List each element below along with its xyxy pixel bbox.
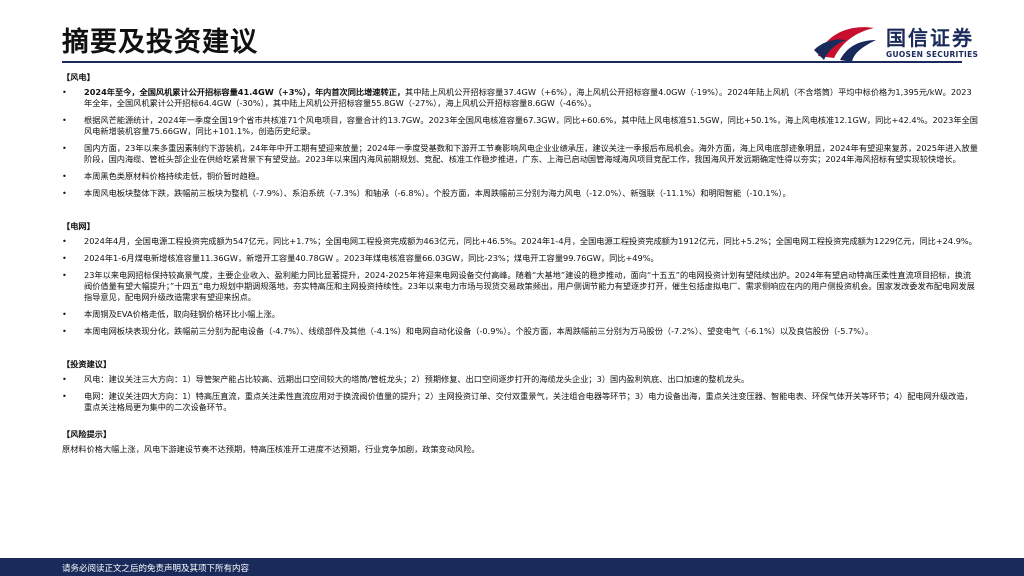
grid-bullet-1: 2024年4月，全国电源工程投资完成额为547亿元，同比+1.7%；全国电网工程… (62, 236, 978, 247)
logo-text-cn: 国信证券 (886, 26, 974, 50)
wind-bullet-3: 国内方面，23年以来多重因素制约下游装机，24年年中开工期有望迎来放量；2024… (62, 143, 978, 165)
wind-bullet-5: 本周风电板块整体下跌，跌幅前三板块为整机（-7.9%）、系泊系统（-7.3%）和… (62, 188, 978, 199)
wind-bullet-1-highlight: 2024年至今，全国风机累计公开招标容量41.4GW（+3%），年内首次同比增速… (84, 87, 406, 97)
grid-bullet-3: 23年以来电网招标保持较高景气度，主要企业收入、盈利能力同比显著提升，2024-… (62, 270, 978, 303)
grid-bullet-5: 本周电网板块表现分化，跌幅前三分别为配电设备（-4.7%）、线缆部件及其他（-4… (62, 326, 978, 337)
wind-bullet-2: 根据风芒能源统计，2024年一季度全国19个省市共核准71个风电项目，容量合计约… (62, 115, 978, 137)
wind-bullet-4: 本周黑色类原材料价格持续走低，铜价暂时趋稳。 (62, 171, 978, 182)
summary-content: 【风电】 2024年至今，全国风机累计公开招标容量41.4GW（+3%），年内首… (62, 72, 978, 459)
risk-heading: 【风险提示】 (62, 429, 112, 439)
logo-text-en: GUOSEN SECURITIES (886, 50, 979, 59)
footer-bar: 请务必阅读正文之后的免责声明及其项下所有内容 (0, 558, 1024, 576)
invest-bullet-2: 电网：建议关注四大方向：1）特高压直流，重点关注柔性直流应用对于换流阀价值量的提… (62, 391, 978, 413)
invest-heading: 【投资建议】 (62, 359, 112, 369)
risk-text: 原材料价格大幅上涨，风电下游建设节奏不达预期，特高压核准开工进度不达预期，行业竞… (62, 444, 480, 454)
grid-heading: 【电网】 (62, 221, 95, 231)
grid-bullet-2: 2024年1-6月煤电新增核准容量11.36GW，新增开工容量40.78GW 。… (62, 253, 978, 264)
wind-heading: 【风电】 (62, 72, 95, 82)
invest-bullet-1: 风电：建议关注三大方向：1）导管架产能占比较高、远期出口空间较大的塔筒/管桩龙头… (62, 374, 978, 385)
logo-mark-icon (814, 27, 876, 62)
footer-disclaimer: 请务必阅读正文之后的免责声明及其项下所有内容 (62, 564, 250, 574)
wind-bullet-1: 2024年至今，全国风机累计公开招标容量41.4GW（+3%），年内首次同比增速… (62, 87, 978, 109)
page-title: 摘要及投资建议 (62, 27, 258, 58)
grid-bullet-4: 本周铜及EVA价格走低，取向硅钢价格环比小幅上涨。 (62, 309, 978, 320)
company-logo: 国信证券 GUOSEN SECURITIES (812, 20, 1012, 64)
